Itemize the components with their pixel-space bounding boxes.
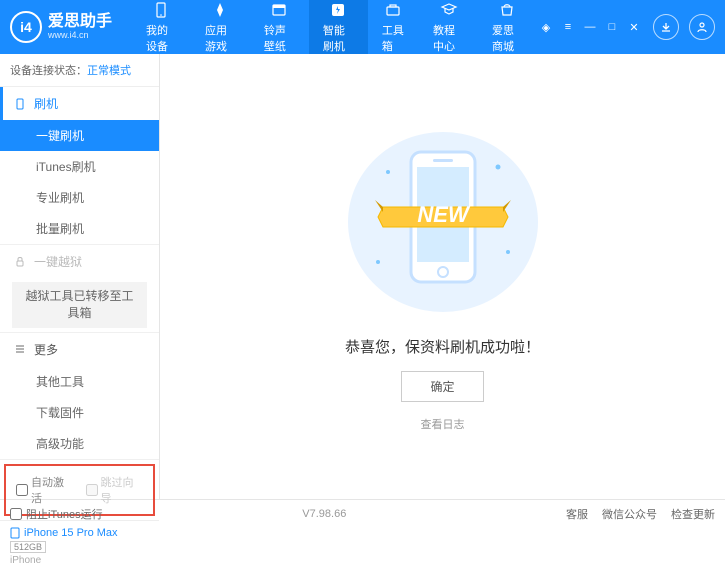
sidebar-item-itunes[interactable]: iTunes刷机: [0, 151, 159, 182]
sidebar-item-pro[interactable]: 专业刷机: [0, 182, 159, 213]
user-button[interactable]: [689, 14, 715, 40]
store-icon: [498, 1, 516, 19]
logo-subtitle: www.i4.cn: [48, 31, 112, 41]
sidebar: 设备连接状态：正常模式 刷机 一键刷机 iTunes刷机 专业刷机 批量刷机 一…: [0, 54, 160, 499]
logo-title: 爱思助手: [48, 13, 112, 31]
footer-wechat[interactable]: 微信公众号: [602, 506, 657, 522]
block-itunes-label: 阻止iTunes运行: [26, 506, 103, 522]
view-log-link[interactable]: 查看日志: [421, 416, 465, 432]
nav-ringtones[interactable]: 铃声壁纸: [250, 0, 309, 54]
jailbreak-notice: 越狱工具已转移至工具箱: [12, 282, 147, 328]
device-status: 设备连接状态：正常模式: [0, 54, 159, 87]
footer-update[interactable]: 检查更新: [671, 506, 715, 522]
sidebar-item-advanced[interactable]: 高级功能: [0, 428, 159, 459]
device-small-icon: [10, 527, 20, 539]
success-message: 恭喜您，保资料刷机成功啦！: [345, 336, 540, 357]
sidebar-item-other[interactable]: 其他工具: [0, 366, 159, 397]
success-illustration: NEW: [373, 122, 513, 322]
checkbox-skip-guide[interactable]: 跳过向导: [86, 474, 144, 506]
minimize-button[interactable]: —: [581, 18, 599, 36]
window-controls: ◈ ≡ — □ ✕: [537, 14, 715, 40]
tutorial-icon: [440, 1, 458, 19]
ok-button[interactable]: 确定: [401, 371, 483, 402]
apps-icon: [211, 1, 229, 19]
nav-flash[interactable]: 智能刷机: [309, 0, 368, 54]
app-header: i4 爱思助手 www.i4.cn 我的设备 应用游戏 铃声壁纸 智能刷机 工具…: [0, 0, 725, 54]
maximize-button[interactable]: □: [603, 18, 621, 36]
sidebar-jailbreak-header[interactable]: 一键越狱: [0, 245, 159, 278]
nav-store[interactable]: 爱思商城: [478, 0, 537, 54]
device-info: iPhone 15 Pro Max 512GB iPhone: [0, 520, 159, 572]
sidebar-item-oneclick[interactable]: 一键刷机: [0, 120, 159, 151]
flash-icon: [329, 1, 347, 19]
close-button[interactable]: ✕: [625, 18, 643, 36]
nav-my-device[interactable]: 我的设备: [132, 0, 191, 54]
main-content: NEW 恭喜您，保资料刷机成功啦！ 确定 查看日志: [160, 54, 725, 499]
device-name[interactable]: iPhone 15 Pro Max: [10, 527, 149, 539]
checkbox-auto-activate[interactable]: 自动激活: [16, 474, 74, 506]
device-icon: [152, 1, 170, 19]
footer-support[interactable]: 客服: [566, 506, 588, 522]
sidebar-item-batch[interactable]: 批量刷机: [0, 213, 159, 244]
list-icon: [14, 343, 26, 355]
nav-toolbox[interactable]: 工具箱: [368, 0, 419, 54]
sidebar-flash-header[interactable]: 刷机: [0, 87, 159, 120]
menu-icon[interactable]: ≡: [559, 18, 577, 36]
block-itunes-checkbox[interactable]: [10, 508, 22, 520]
app-logo: i4 爱思助手 www.i4.cn: [10, 11, 112, 43]
toolbox-icon: [384, 1, 402, 19]
device-type: iPhone: [10, 555, 149, 566]
new-ribbon-text: NEW: [417, 202, 471, 227]
logo-icon: i4: [10, 11, 42, 43]
nav-apps[interactable]: 应用游戏: [191, 0, 250, 54]
nav-tutorials[interactable]: 教程中心: [419, 0, 478, 54]
download-button[interactable]: [653, 14, 679, 40]
version-label: V7.98.66: [302, 508, 346, 520]
ringtone-icon: [270, 1, 288, 19]
device-storage: 512GB: [10, 541, 46, 553]
sidebar-more-header[interactable]: 更多: [0, 333, 159, 366]
main-nav: 我的设备 应用游戏 铃声壁纸 智能刷机 工具箱 教程中心 爱思商城: [132, 0, 537, 54]
lock-icon: [14, 256, 26, 268]
phone-icon: [14, 98, 26, 110]
sidebar-item-download[interactable]: 下载固件: [0, 397, 159, 428]
skin-icon[interactable]: ◈: [537, 18, 555, 36]
